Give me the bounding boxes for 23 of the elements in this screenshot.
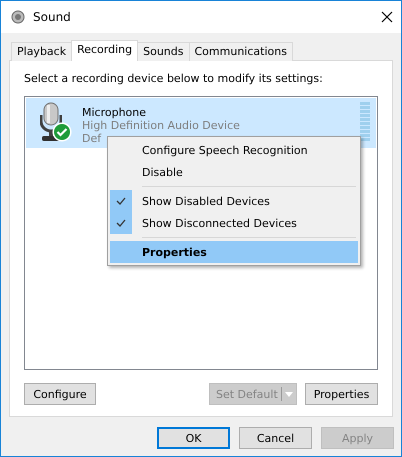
instruction-text: Select a recording device below to modify its settings:	[24, 72, 324, 85]
menu-item[interactable]: Show Disconnected Devices	[110, 212, 358, 234]
tab[interactable]: Communications	[188, 42, 293, 61]
menu-item[interactable]: Show Disabled Devices	[110, 190, 358, 212]
checkmark-icon	[116, 197, 126, 205]
properties-button[interactable]: Properties	[305, 383, 378, 405]
checkmark-icon	[116, 219, 126, 227]
device-description: High Definition Audio Device	[82, 119, 241, 132]
menu-item[interactable]: Properties	[110, 241, 358, 263]
configure-button[interactable]: Configure	[24, 383, 96, 405]
window-title: Sound	[33, 10, 72, 24]
dialog-button[interactable]: Cancel	[239, 427, 312, 449]
dialog-button[interactable]: OK	[157, 427, 230, 449]
level-meter-icon	[360, 102, 370, 142]
tab[interactable]: Sounds	[137, 42, 190, 61]
close-icon[interactable]	[381, 11, 393, 23]
device-name: Microphone	[82, 106, 148, 119]
caret-icon	[285, 392, 293, 396]
tab[interactable]: Playback	[11, 42, 72, 61]
device-status: Def	[82, 132, 102, 145]
speaker-icon	[11, 10, 25, 24]
tab[interactable]: Recording	[71, 40, 138, 61]
menu-item[interactable]: Disable	[110, 161, 358, 183]
